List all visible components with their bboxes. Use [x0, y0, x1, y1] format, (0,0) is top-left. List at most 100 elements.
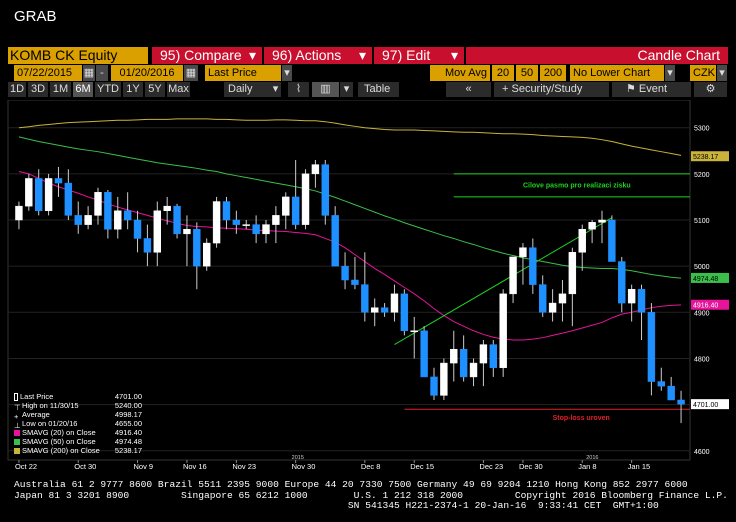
candle-body	[420, 330, 428, 378]
compare-button[interactable]: 95) Compare ▾	[152, 47, 264, 64]
lower-chart-dropdown-icon[interactable]: ▾	[665, 65, 675, 81]
target-zone-label: Cilove pasmo pro realizaci zisku	[523, 182, 631, 189]
chart-type-label: Candle Chart	[466, 47, 728, 64]
footer-line-3: SN 541345 H221-2374-1 20-Jan-16 9:33:41 …	[14, 500, 659, 511]
ma2-input[interactable]: 50	[516, 65, 538, 81]
candle-body	[568, 252, 577, 295]
window-title: GRAB	[14, 8, 57, 25]
candle-body	[173, 205, 181, 235]
period-tab-1y[interactable]: 1Y	[123, 82, 144, 97]
candle-body	[390, 293, 399, 313]
candle-body	[133, 219, 142, 239]
ma1-input[interactable]: 20	[492, 65, 514, 81]
footer-line-1: Australia 61 2 9777 8600 Brazil 5511 239…	[14, 479, 688, 490]
end-date-input[interactable]: 01/20/2016	[111, 65, 183, 81]
period-tab-3d[interactable]: 3D	[28, 82, 49, 97]
footer: Australia 61 2 9777 8600 Brazil 5511 239…	[14, 479, 728, 512]
candle-body	[123, 210, 132, 221]
sma50-swatch	[14, 439, 20, 446]
x-tick-label: Nov 9	[134, 462, 154, 471]
period-tab-1d[interactable]: 1D	[8, 82, 27, 97]
line-chart-icon[interactable]: ⌇	[288, 82, 310, 97]
price-badge-label: 4916.40	[693, 303, 718, 310]
scroll-back-icon[interactable]: «	[446, 82, 492, 97]
period-tab-ytd[interactable]: YTD	[95, 82, 122, 97]
x-tick-label: Dec 8	[361, 462, 381, 471]
candle-body	[657, 381, 666, 387]
stop-loss-label: Stop-loss uroven	[553, 415, 610, 422]
candle-body	[331, 215, 339, 267]
start-calendar-icon[interactable]: ▦	[83, 65, 95, 81]
x-tick-label: Jan 15	[628, 462, 651, 471]
candle-body	[114, 210, 122, 230]
period-tab-max[interactable]: Max	[167, 82, 191, 97]
legend-row-average: + Average 4998.17	[14, 410, 142, 422]
x-tick-label: Nov 30	[292, 462, 316, 471]
end-calendar-icon[interactable]: ▦	[184, 65, 198, 81]
candle-body	[222, 201, 231, 221]
x-tick-label: Oct 30	[74, 462, 96, 471]
year-label-2015: 2015	[292, 455, 304, 461]
candle-body	[400, 293, 409, 332]
x-tick-label: Jan 8	[578, 462, 596, 471]
x-tick-label: Dec 30	[519, 462, 543, 471]
candle-body	[272, 215, 280, 225]
field-dropdown-icon[interactable]: ▾	[282, 65, 292, 81]
currency-select[interactable]: CZK	[690, 65, 716, 81]
candle-chart-icon[interactable]: ▥	[312, 82, 340, 97]
ticker-field[interactable]: KOMB CK Equity	[8, 47, 148, 64]
security-study-button[interactable]: + Security/Study	[494, 82, 610, 97]
ma3-input[interactable]: 200	[540, 65, 566, 81]
y-tick-label: 5300	[694, 126, 710, 133]
candle-body	[242, 224, 250, 226]
edit-button[interactable]: 97) Edit ▾	[374, 47, 466, 64]
lower-chart-select[interactable]: No Lower Chart	[570, 65, 664, 81]
candle-body	[618, 261, 626, 304]
settings-gear-icon[interactable]: ⚙	[694, 82, 728, 97]
currency-dropdown-icon[interactable]: ▾	[717, 65, 727, 81]
candle-body	[321, 164, 330, 216]
candle-body	[15, 205, 23, 221]
frequency-dropdown-icon[interactable]: ▾	[270, 82, 282, 97]
candle-body	[469, 362, 478, 378]
candle-body	[163, 205, 171, 212]
chart-style-dropdown-icon[interactable]: ▾	[340, 82, 354, 97]
event-button[interactable]: ⚑ Event	[612, 82, 692, 97]
price-badge-label: 5238.17	[693, 154, 718, 161]
candle-body	[252, 224, 260, 235]
date-separator: -	[96, 65, 108, 81]
y-tick-label: 4800	[694, 356, 710, 363]
candle-body	[212, 201, 221, 244]
legend-row-last-price: Last Price 4701.00	[14, 392, 142, 402]
candle-body	[143, 238, 152, 253]
candle-body	[301, 173, 310, 225]
candle-body	[351, 279, 359, 285]
x-tick-label: Nov 16	[183, 462, 207, 471]
period-tab-5y[interactable]: 5Y	[145, 82, 166, 97]
sma20-swatch	[14, 430, 20, 437]
x-tick-label: Dec 23	[479, 462, 503, 471]
actions-button[interactable]: 96) Actions ▾	[264, 47, 374, 64]
candle-body	[153, 210, 162, 253]
average-marker-icon: +	[14, 412, 19, 422]
candle-body	[380, 307, 389, 313]
candle-body	[608, 219, 616, 262]
field-select[interactable]: Last Price	[205, 65, 281, 81]
legend-row-sma200: SMAVG (200) on Close 5238.17	[14, 446, 142, 455]
candle-body	[54, 178, 63, 184]
table-button[interactable]: Table	[358, 82, 400, 97]
period-tab-1m[interactable]: 1M	[50, 82, 72, 97]
start-date-input[interactable]: 07/22/2015	[14, 65, 82, 81]
period-tab-6m[interactable]: 6M	[73, 82, 94, 97]
candle-body	[183, 228, 191, 235]
compare-dropdown-icon: ▾	[248, 47, 256, 63]
y-tick-label: 4900	[694, 310, 710, 317]
y-tick-label: 5000	[694, 264, 710, 271]
y-tick-label: 4600	[694, 449, 710, 456]
candle-body	[529, 247, 537, 285]
mov-avg-label: Mov Avg	[430, 65, 490, 81]
candle-body	[548, 302, 557, 313]
candle-body	[588, 222, 596, 230]
candle-body	[677, 399, 685, 405]
candle-body	[202, 242, 211, 267]
